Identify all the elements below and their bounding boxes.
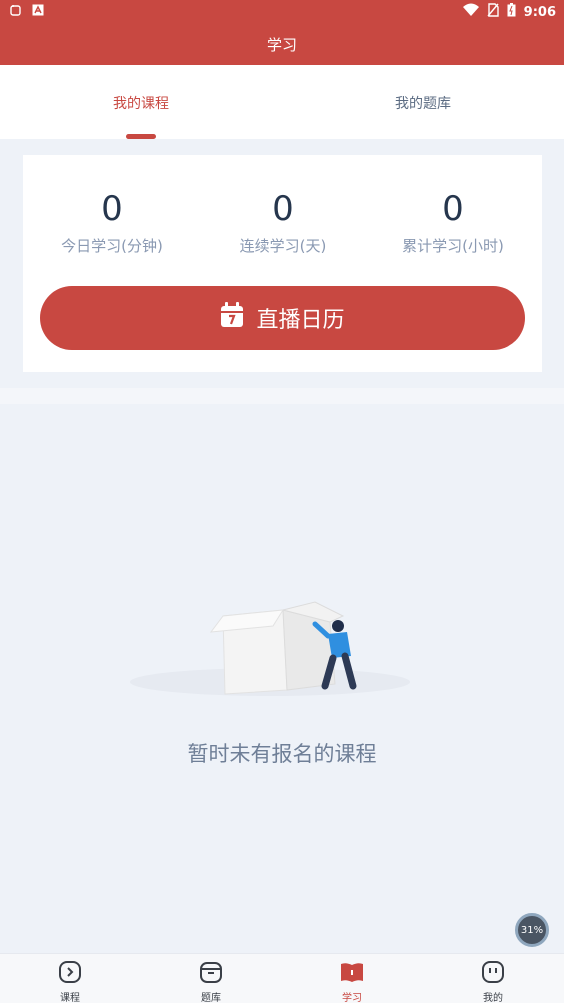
empty-state-message: 暂时未有报名的课程 — [187, 742, 377, 766]
face-icon — [453, 960, 533, 987]
empty-box-illustration — [125, 590, 415, 710]
stat-total: 0 累计学习(小时) — [368, 189, 538, 256]
live-calendar-button[interactable]: 直播日历 — [40, 286, 525, 350]
stats-card: 0 今日学习(分钟) 0 连续学习(天) 0 累计学习(小时) 直播日历 — [23, 155, 542, 372]
wifi-icon — [462, 3, 479, 21]
notification-icon — [10, 4, 22, 20]
box-icon — [171, 960, 251, 987]
play-circle-icon — [30, 960, 110, 987]
calendar-icon — [220, 302, 244, 334]
stat-value: 0 — [101, 189, 123, 229]
clock-time: 9:06 — [523, 4, 556, 20]
nav-label: 我的 — [483, 993, 503, 1003]
book-icon — [312, 960, 392, 987]
page-title: 学习 — [266, 36, 297, 54]
section-divider — [0, 388, 564, 404]
stat-label: 今日学习(分钟) — [61, 237, 163, 255]
no-sim-icon — [487, 3, 499, 21]
stat-today: 0 今日学习(分钟) — [27, 189, 197, 256]
stat-streak: 0 连续学习(天) — [198, 189, 368, 256]
stat-value: 0 — [442, 189, 464, 229]
nav-item-question-bank[interactable]: 题库 — [171, 960, 251, 1003]
tab-bar: 我的课程 我的题库 — [0, 65, 564, 139]
battery-icon — [507, 3, 516, 21]
nav-item-mine[interactable]: 我的 — [453, 960, 533, 1003]
nav-label: 学习 — [342, 993, 362, 1003]
stat-label: 连续学习(天) — [239, 237, 327, 255]
tab-my-question-bank[interactable]: 我的题库 — [323, 93, 523, 113]
nav-item-courses[interactable]: 课程 — [30, 960, 110, 1003]
nav-label: 题库 — [201, 993, 221, 1003]
stat-value: 0 — [272, 189, 294, 229]
nav-item-study[interactable]: 学习 — [312, 960, 392, 1003]
nav-label: 课程 — [60, 993, 80, 1003]
status-bar: 9:06 — [0, 0, 564, 24]
bottom-navigation: 课程 题库 学习 我的 — [0, 953, 564, 1003]
app-a-icon — [32, 4, 44, 20]
active-tab-indicator — [126, 134, 156, 139]
progress-badge[interactable]: 31% — [515, 913, 549, 947]
live-calendar-label: 直播日历 — [256, 308, 345, 333]
app-header: 9:06 学习 — [0, 0, 564, 65]
tab-my-courses[interactable]: 我的课程 — [41, 93, 241, 113]
stat-label: 累计学习(小时) — [402, 237, 504, 255]
